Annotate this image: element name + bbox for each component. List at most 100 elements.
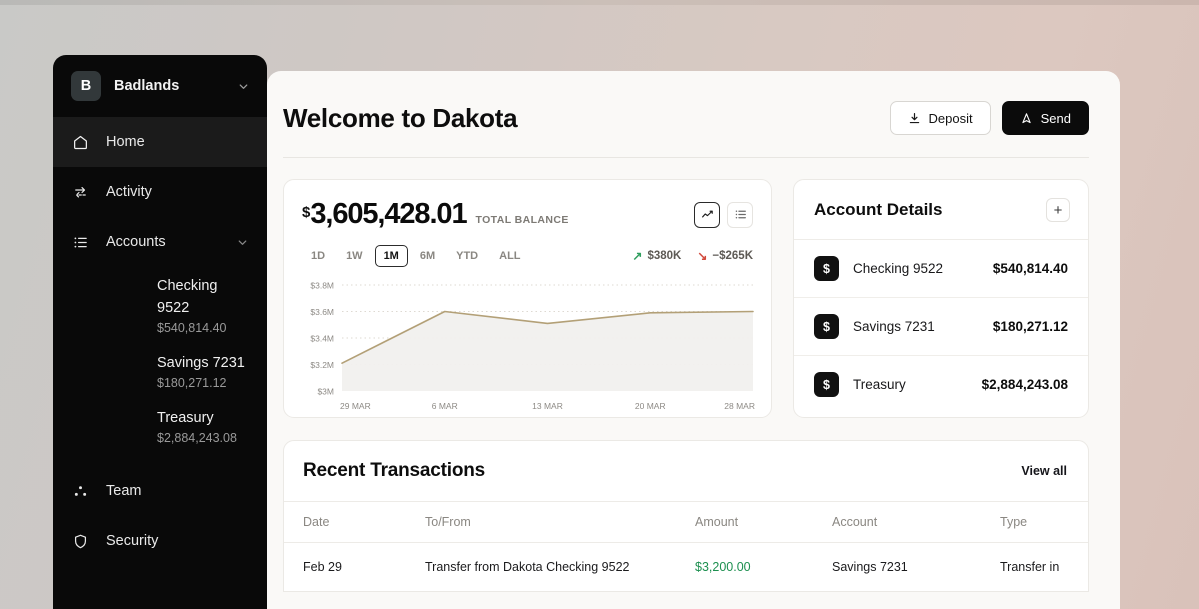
col-amount: Amount [695,515,832,529]
account-detail-name: Savings 7231 [853,319,979,334]
range-all[interactable]: ALL [490,245,529,267]
send-plane-icon [1020,112,1033,125]
cell-amount: $3,200.00 [695,560,832,574]
col-tofrom: To/From [425,515,695,529]
balance-chart: $3M$3.2M$3.4M$3.6M$3.8M29 MAR6 MAR13 MAR… [284,267,771,417]
range-ytd[interactable]: YTD [447,245,487,267]
stat-inflow: ↗ $380K [632,250,681,262]
account-detail-row[interactable]: $ Treasury $2,884,243.08 [794,356,1088,413]
chart-x-tick: 20 MAR [635,401,666,411]
range-1d[interactable]: 1D [302,245,334,267]
send-label: Send [1041,111,1071,126]
sidebar: B Badlands Home Activity [53,55,267,609]
account-detail-amount: $540,814.40 [993,261,1068,276]
page-title: Welcome to Dakota [283,103,517,134]
app-window: Welcome to Dakota Deposit Send [267,71,1120,609]
sidebar-item-activity[interactable]: Activity [53,167,267,217]
account-details-list: $ Checking 9522 $540,814.40 $ Savings 7231 $1… [794,240,1088,413]
total-balance-card: $ 3,605,428.01 TOTAL BALANCE [283,179,772,418]
chart-y-tick: $3.2M [310,360,334,370]
sidebar-item-accounts[interactable]: Accounts [53,217,267,267]
table-row[interactable]: Feb 29Transfer from Dakota Checking 9522… [284,543,1088,591]
sidebar-label-accounts: Accounts [106,234,219,250]
transactions-rows: Feb 29Transfer from Dakota Checking 9522… [284,543,1088,591]
team-dots-icon [71,482,89,500]
add-account-button[interactable]: + [1046,198,1070,222]
sidebar-account-link[interactable]: Savings 7231$180,271.12 [53,346,267,401]
account-detail-row[interactable]: $Savings 7231$180,271.12 [794,298,1088,356]
range-stats: ↗ $380K ↘ −$265K [632,250,753,262]
arrow-up-icon: ↗ [632,250,642,262]
window-top-strip [0,0,1199,5]
recent-transactions-title: Recent Transactions [303,460,485,482]
stat-inflow-value: $380K [647,250,681,262]
sidebar-item-security[interactable]: Security [53,516,267,566]
line-chart-icon[interactable] [694,202,720,228]
balance-chart-svg: $3M$3.2M$3.4M$3.6M$3.8M29 MAR6 MAR13 MAR… [296,277,759,417]
org-name: Badlands [114,78,224,94]
account-detail-amount: $2,884,243.08 [982,377,1068,392]
view-toggle-group [694,202,753,228]
recent-transactions-header: Recent Transactions View all [284,441,1088,502]
stat-outflow-value: −$265K [712,250,753,262]
activity-exchange-icon [71,183,89,201]
sidebar-accounts-list: Checking 9522$540,814.40Savings 7231$180… [53,267,267,456]
col-account: Account [832,515,1000,529]
sidebar-account-name: Treasury [157,407,249,429]
org-switcher[interactable]: B Badlands [53,55,267,117]
chevron-down-icon-accounts[interactable] [236,236,249,249]
account-detail-amount: $180,271.12 [993,319,1068,334]
send-button[interactable]: Send [1002,101,1089,135]
chart-y-tick: $3.8M [310,281,334,291]
chart-y-tick: $3.4M [310,334,334,344]
cell-type: Transfer in [1000,560,1069,574]
sidebar-account-link[interactable]: Checking 9522$540,814.40 [53,269,267,346]
list-view-icon[interactable] [727,202,753,228]
sidebar-item-team[interactable]: Team [53,466,267,516]
col-type: Type [1000,515,1069,529]
stat-outflow: ↘ −$265K [697,250,753,262]
account-detail-row[interactable]: $ Checking 9522 $540,814.40 [794,240,1088,298]
chevron-down-icon [237,80,250,93]
sidebar-label-security: Security [106,533,249,549]
sidebar-item-home[interactable]: Home [53,117,267,167]
sidebar-account-name: Savings 7231 [157,352,249,374]
org-logo: B [71,71,101,101]
recent-transactions-card: Recent Transactions View all Date To/Fro… [283,440,1089,592]
range-row: 1D 1W 1M 6M YTD ALL ↗ $380K ↘ −$265K [284,231,771,267]
home-icon [71,133,89,151]
range-1w[interactable]: 1W [337,245,372,267]
view-all-link[interactable]: View all [1021,464,1067,478]
deposit-button[interactable]: Deposit [890,101,991,135]
arrow-down-icon: ↘ [697,250,707,262]
sidebar-account-balance: $540,814.40 [157,319,249,338]
cell-tofrom: Transfer from Dakota Checking 9522 [425,560,695,574]
account-details-card: Account Details + $ Checking 9522 $540,814… [793,179,1089,418]
cell-date: Feb 29 [303,560,425,574]
balance-header: $ 3,605,428.01 TOTAL BALANCE [284,180,771,231]
account-detail-name: Treasury [853,377,968,392]
account-details-title: Account Details [814,200,942,220]
total-balance-amount: $ 3,605,428.01 TOTAL BALANCE [302,198,569,231]
cell-account: Savings 7231 [832,560,1000,574]
time-range-tabs: 1D 1W 1M 6M YTD ALL [302,245,530,267]
transactions-column-headers: Date To/From Amount Account Type [284,502,1088,543]
account-detail-name: Checking 9522 [853,261,979,276]
sidebar-account-link[interactable]: Treasury$2,884,243.08 [53,401,267,456]
col-date: Date [303,515,425,529]
shield-icon [71,532,89,550]
sidebar-account-balance: $2,884,243.08 [157,429,249,448]
chart-x-tick: 13 MAR [532,401,563,411]
dollar-badge-icon: $ [814,372,839,397]
currency-symbol: $ [302,204,310,221]
download-icon [908,112,921,125]
sidebar-label-home: Home [106,134,249,150]
range-1m[interactable]: 1M [375,245,408,267]
balance-caption: TOTAL BALANCE [475,214,568,226]
chart-y-tick: $3M [317,387,334,397]
balance-value: 3,605,428.01 [310,198,466,231]
dollar-badge-icon: $ [814,256,839,281]
chart-x-tick: 28 MAR [724,401,755,411]
sidebar-account-name: Checking 9522 [157,275,249,319]
range-6m[interactable]: 6M [411,245,444,267]
